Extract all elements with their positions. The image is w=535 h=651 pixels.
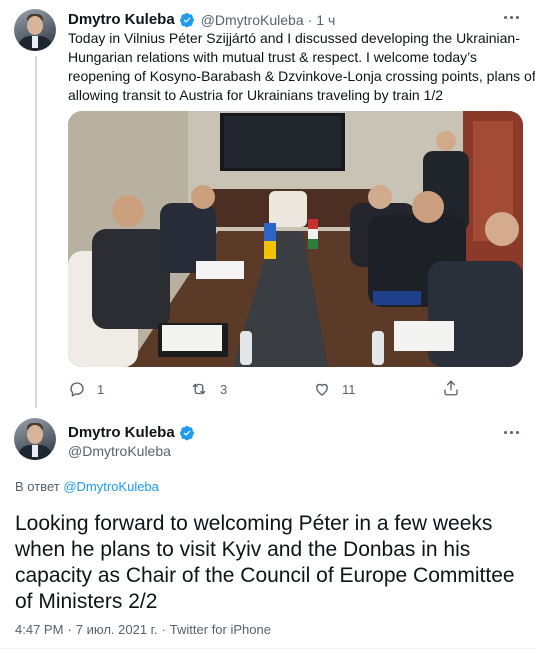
- tweet-text-line: of Ministers 2/2: [15, 590, 158, 613]
- tweet-text-line: Today in Vilnius Péter Szijjártó and I d…: [68, 30, 520, 46]
- verified-badge-icon: [179, 425, 194, 440]
- tweet-time[interactable]: 1 ч: [316, 12, 335, 28]
- reply-action[interactable]: 1: [68, 380, 104, 398]
- tweet-text-line: reopening of Kosyno-Barabash & Dzvinkove…: [68, 68, 535, 84]
- divider: [0, 648, 535, 649]
- retweet-icon: [192, 383, 206, 395]
- reply-icon: [70, 382, 84, 397]
- tweet-date[interactable]: 7 июл. 2021 г.: [76, 622, 158, 637]
- retweet-action[interactable]: 3: [189, 380, 227, 398]
- tweet-text: Looking forward to welcoming Péter in a …: [15, 511, 530, 615]
- tweet-text-line: Hungarian relations with mutual trust & …: [68, 49, 478, 65]
- like-count: 11: [342, 381, 356, 397]
- retweet-count: 3: [220, 381, 228, 397]
- tweet-text-line: Looking forward to welcoming Péter in a …: [15, 512, 493, 535]
- thread-line: [35, 56, 37, 408]
- tweet-source[interactable]: Twitter for iPhone: [170, 622, 271, 637]
- more-options-icon[interactable]: [499, 7, 523, 27]
- reply-context: В ответ @DmytroKuleba: [15, 479, 159, 494]
- share-icon: [444, 380, 458, 396]
- meeting-photo-image: [68, 111, 523, 367]
- separator-dot: ·: [67, 622, 72, 637]
- tweet-time[interactable]: 4:47 PM: [15, 622, 63, 637]
- tweet-text-line: allowing transit to Austria for Ukrainia…: [68, 87, 444, 103]
- separator-dot: ·: [161, 622, 166, 637]
- reply-prefix: В ответ: [15, 479, 60, 494]
- separator-dot: ·: [307, 11, 313, 28]
- author-name-row: Dmytro Kuleba: [68, 424, 195, 441]
- more-options-icon[interactable]: [499, 422, 523, 442]
- tweet-meta: 4:47 PM · 7 июл. 2021 г. · Twitter for i…: [15, 622, 271, 637]
- share-button[interactable]: [442, 378, 460, 403]
- tweet-text-line: when he plans to visit Kyiv and the Donb…: [15, 538, 471, 561]
- author-name[interactable]: Dmytro Kuleba: [68, 11, 175, 28]
- tweet-photo[interactable]: [68, 111, 523, 367]
- avatar[interactable]: [14, 9, 56, 51]
- verified-badge-icon: [179, 12, 194, 27]
- like-action[interactable]: 11: [313, 380, 356, 398]
- reply-handle-link[interactable]: @DmytroKuleba: [63, 479, 159, 494]
- heart-icon: [316, 383, 328, 396]
- author-handle[interactable]: @DmytroKuleba: [68, 443, 171, 459]
- tweet-text: Today in Vilnius Péter Szijjártó and I d…: [68, 29, 535, 105]
- author-handle[interactable]: @DmytroKuleba: [201, 12, 304, 28]
- tweet-text-line: capacity as Chair of the Council of Euro…: [15, 564, 515, 587]
- reply-count: 1: [97, 381, 105, 397]
- tweet-header: Dmytro Kuleba @DmytroKuleba · 1 ч: [68, 11, 335, 28]
- avatar[interactable]: [14, 418, 56, 460]
- author-name[interactable]: Dmytro Kuleba: [68, 424, 175, 441]
